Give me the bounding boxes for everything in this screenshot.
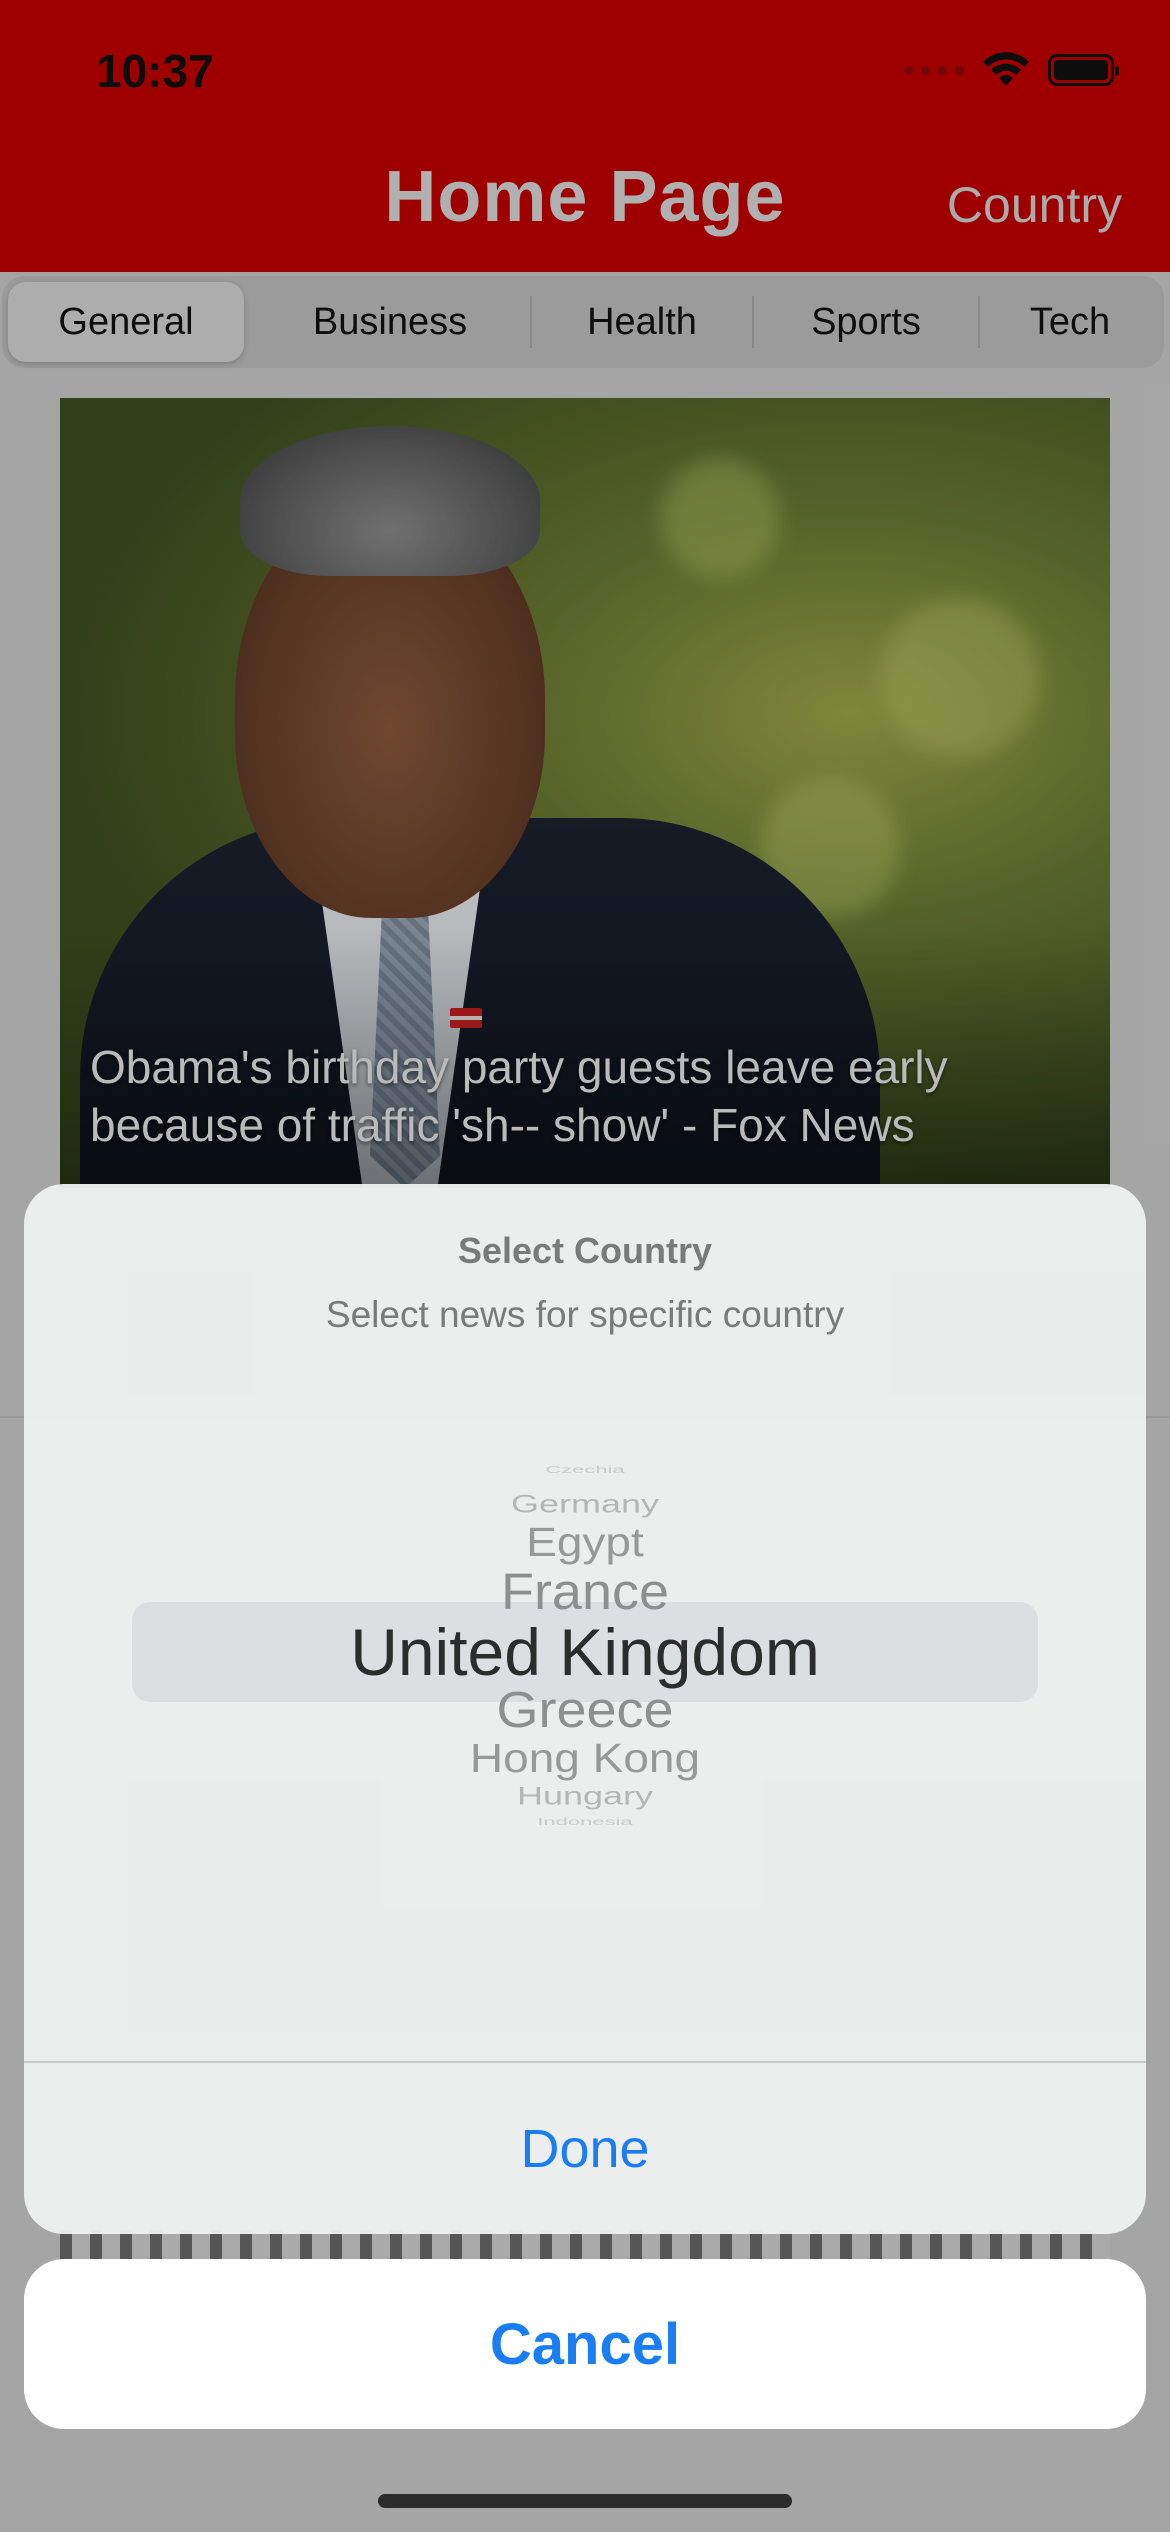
picker-option[interactable]: United Kingdom bbox=[24, 1619, 1146, 1685]
picker-option[interactable]: Greece bbox=[24, 1684, 1146, 1735]
sheet-subtitle: Select news for specific country bbox=[325, 1294, 845, 1335]
picker-option[interactable]: Germany bbox=[24, 1491, 1146, 1516]
picker-option[interactable]: Czechia bbox=[24, 1465, 1146, 1475]
cancel-button[interactable]: Cancel bbox=[24, 2259, 1146, 2429]
picker-option[interactable]: Hong Kong bbox=[24, 1738, 1146, 1778]
country-action-sheet: Select Country Select news for specific … bbox=[24, 1184, 1146, 2234]
country-picker[interactable]: Czechia Germany Egypt France United Kingdom G… bbox=[24, 1454, 1146, 2014]
picker-option[interactable]: Egypt bbox=[24, 1522, 1146, 1562]
picker-option[interactable]: Hungary bbox=[24, 1783, 1146, 1808]
picker-option[interactable]: France bbox=[24, 1566, 1146, 1617]
sheet-title: Select Country bbox=[457, 1230, 713, 1271]
picker-option[interactable]: Indonesia bbox=[24, 1817, 1146, 1827]
home-indicator bbox=[378, 2494, 792, 2508]
done-button[interactable]: Done bbox=[24, 2063, 1146, 2234]
